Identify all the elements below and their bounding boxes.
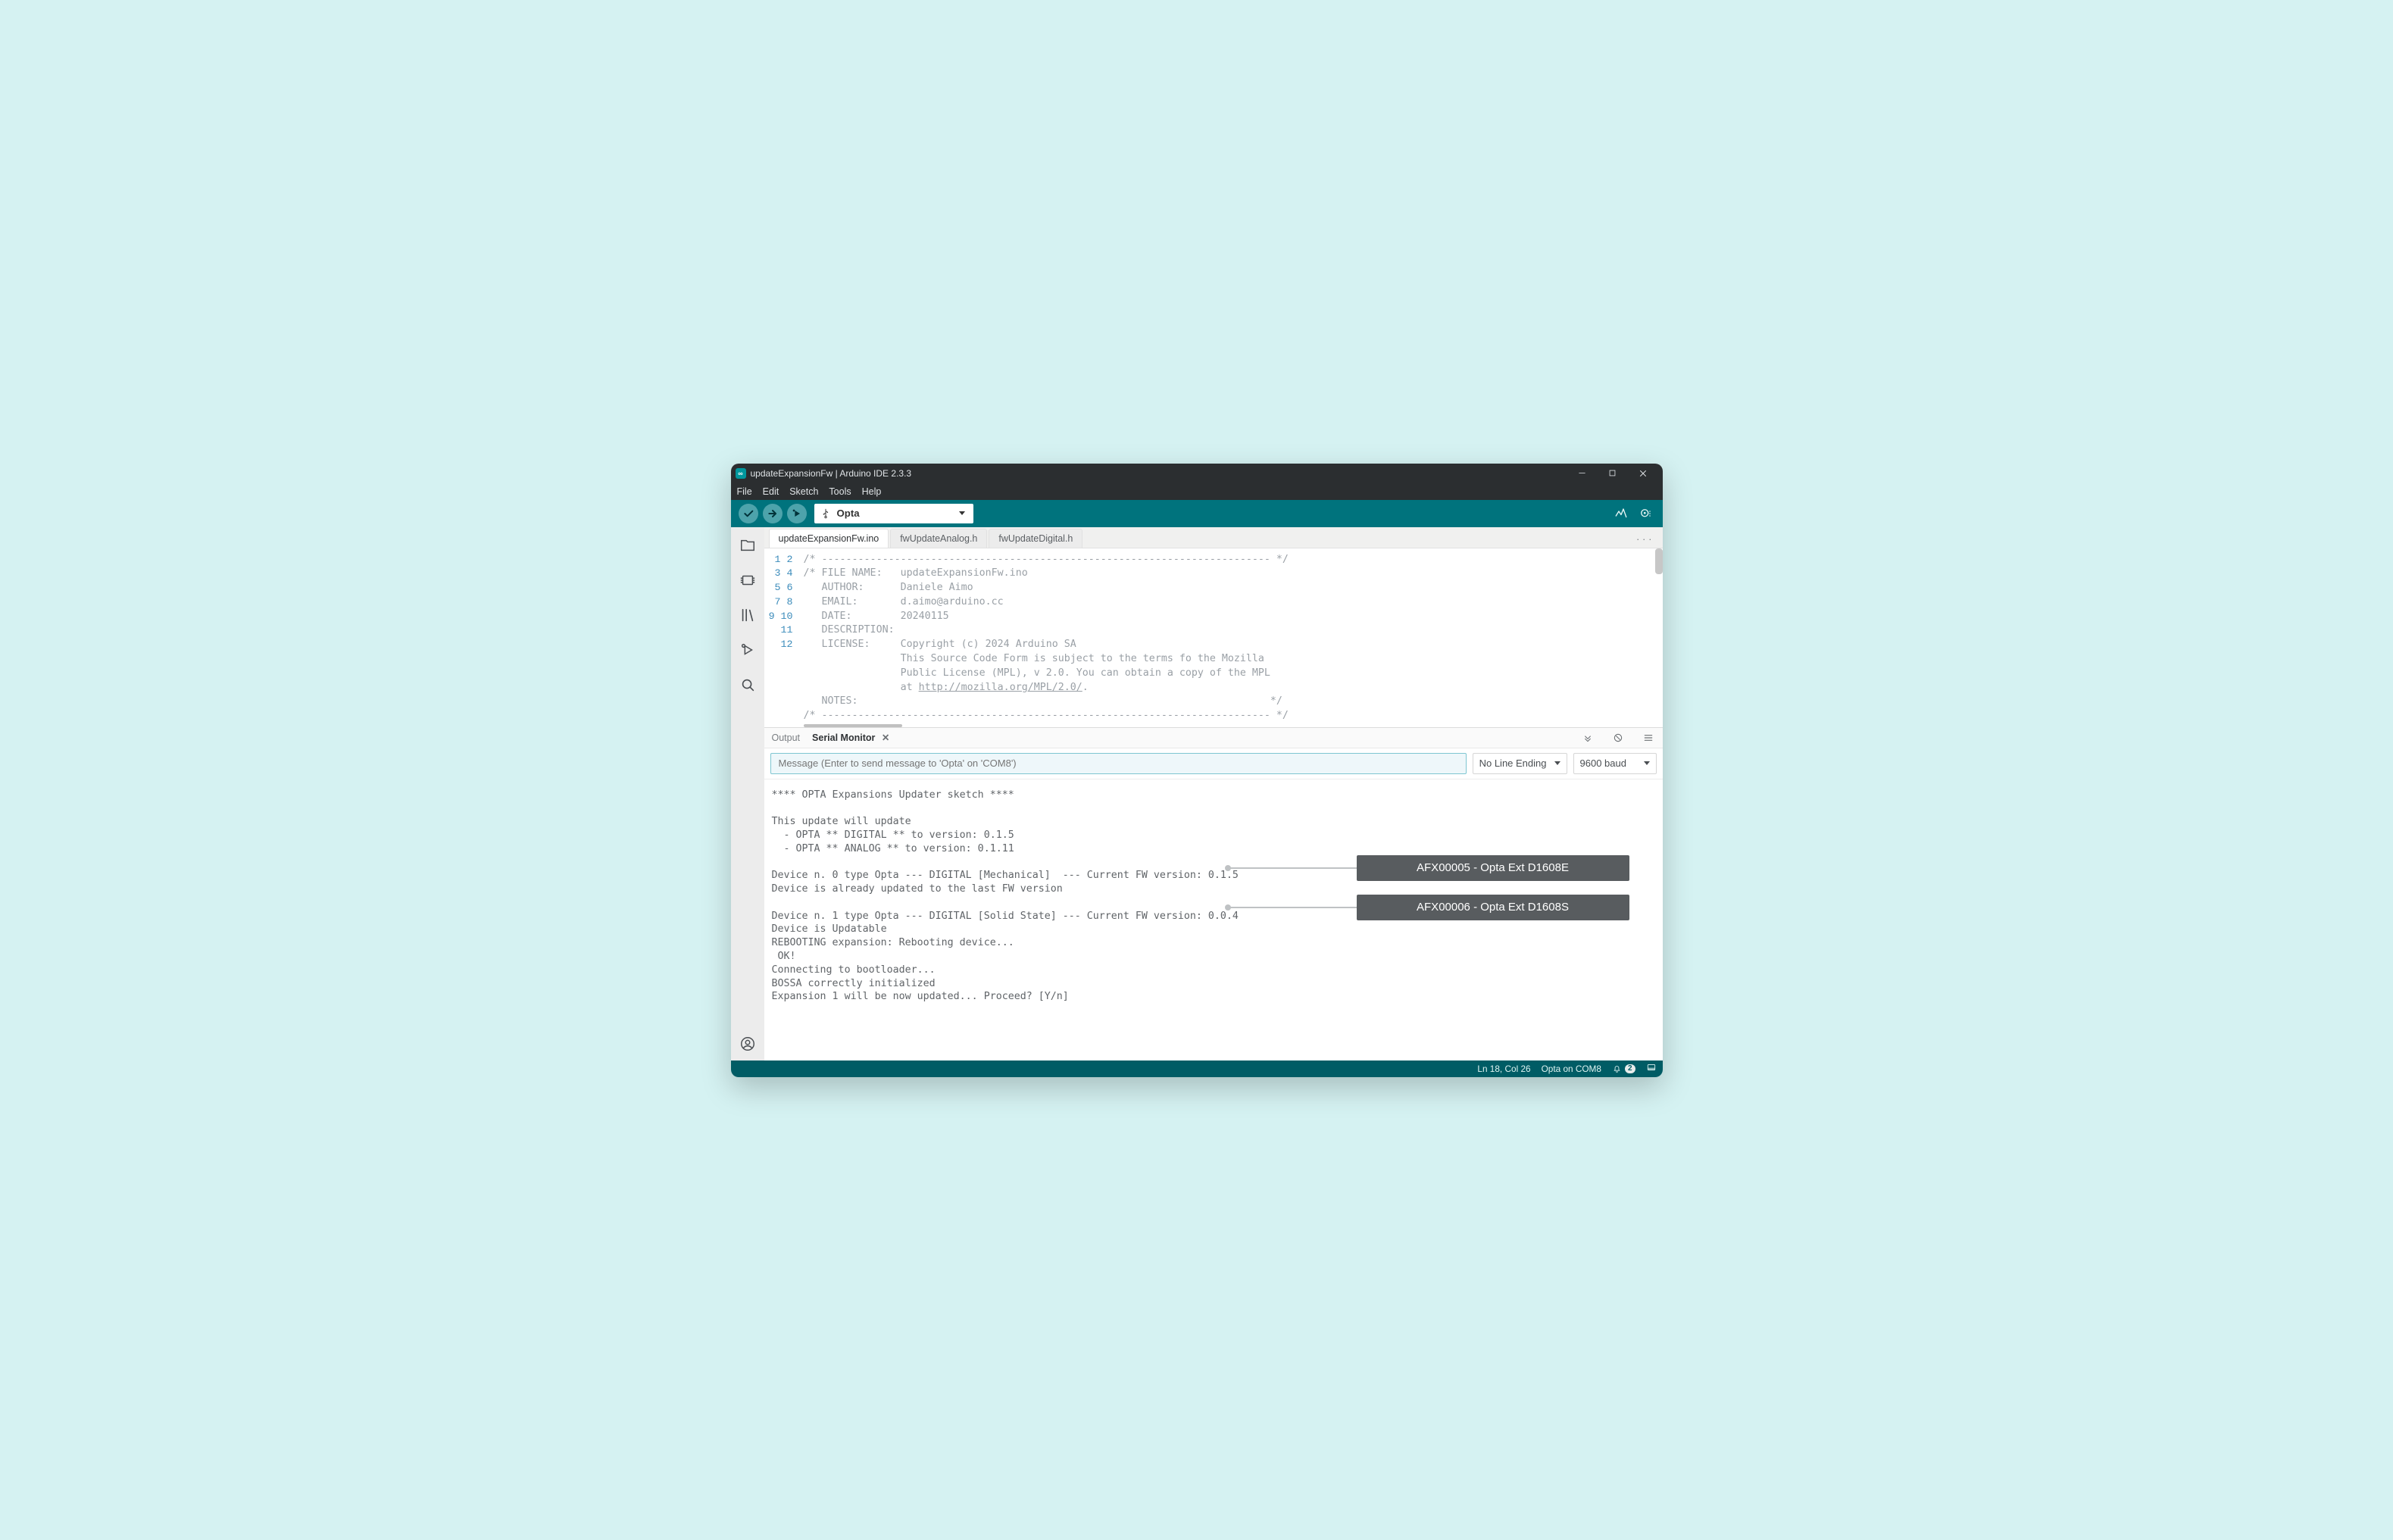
- library-manager-icon[interactable]: [739, 606, 757, 624]
- line-ending-label: No Line Ending: [1479, 758, 1547, 769]
- status-board[interactable]: Opta on COM8: [1542, 1064, 1601, 1074]
- usb-icon: [820, 508, 831, 519]
- chevron-down-icon: [1644, 761, 1650, 765]
- line-ending-select[interactable]: No Line Ending: [1473, 753, 1567, 774]
- sketchbook-icon[interactable]: [739, 536, 757, 554]
- editor-more-icon[interactable]: · · ·: [1630, 530, 1658, 548]
- vertical-scrollbar[interactable]: [1655, 548, 1663, 574]
- serial-message-input[interactable]: [770, 753, 1467, 774]
- serial-controls: No Line Ending 9600 baud: [764, 748, 1663, 779]
- menubar: File Edit Sketch Tools Help: [731, 483, 1663, 500]
- minimize-button[interactable]: [1567, 464, 1598, 483]
- board-selector[interactable]: Opta: [814, 504, 973, 523]
- boards-manager-icon[interactable]: [739, 571, 757, 589]
- horizontal-scrollbar[interactable]: [804, 724, 902, 727]
- account-icon[interactable]: [739, 1035, 757, 1053]
- maximize-button[interactable]: [1598, 464, 1628, 483]
- status-close-panel-icon[interactable]: [1646, 1062, 1657, 1075]
- tab-output[interactable]: Output: [772, 733, 801, 743]
- clear-output-icon[interactable]: [1611, 731, 1625, 745]
- search-icon[interactable]: [739, 676, 757, 694]
- collapse-panel-icon[interactable]: [1581, 731, 1595, 745]
- status-cursor[interactable]: Ln 18, Col 26: [1477, 1064, 1530, 1074]
- status-notifications[interactable]: 2: [1612, 1064, 1635, 1073]
- tab-serial-monitor[interactable]: Serial Monitor ✕: [812, 732, 889, 743]
- window-title: updateExpansionFw | Arduino IDE 2.3.3: [751, 468, 912, 479]
- close-button[interactable]: [1628, 464, 1658, 483]
- editor-tab[interactable]: fwUpdateAnalog.h: [890, 529, 987, 548]
- annotation-label: AFX00006 - Opta Ext D1608S: [1417, 901, 1569, 914]
- annotation-badge: AFX00006 - Opta Ext D1608S: [1357, 895, 1629, 920]
- menu-sketch[interactable]: Sketch: [789, 486, 818, 497]
- serial-monitor-icon[interactable]: [1635, 504, 1655, 523]
- menu-tools[interactable]: Tools: [829, 486, 851, 497]
- activity-bar: [731, 527, 764, 1061]
- board-selector-label: Opta: [837, 508, 948, 519]
- editor-tabstrip: updateExpansionFw.ino fwUpdateAnalog.h f…: [764, 527, 1663, 548]
- status-bar: Ln 18, Col 26 Opta on COM8 2: [731, 1061, 1663, 1077]
- notification-count: 2: [1625, 1064, 1635, 1073]
- close-serial-tab-icon[interactable]: ✕: [882, 733, 889, 743]
- menu-help[interactable]: Help: [862, 486, 882, 497]
- upload-button[interactable]: [763, 504, 783, 523]
- menu-edit[interactable]: Edit: [763, 486, 779, 497]
- chevron-down-icon: [954, 504, 970, 523]
- code-editor[interactable]: 1 2 3 4 5 6 7 8 9 10 11 12 /* ----------…: [764, 548, 1663, 727]
- verify-button[interactable]: [739, 504, 758, 523]
- menu-file[interactable]: File: [737, 486, 752, 497]
- baud-rate-select[interactable]: 9600 baud: [1573, 753, 1657, 774]
- code-link[interactable]: http://mozilla.org/MPL/2.0/: [919, 682, 1082, 693]
- serial-output: **** OPTA Expansions Updater sketch ****…: [764, 779, 1663, 1061]
- code-content: /* -------------------------------------…: [764, 548, 1663, 727]
- debug-panel-icon[interactable]: [739, 641, 757, 659]
- editor-tab[interactable]: updateExpansionFw.ino: [769, 529, 889, 548]
- debug-button[interactable]: [787, 504, 807, 523]
- app-logo-icon: ∞: [736, 468, 746, 479]
- serial-plotter-icon[interactable]: [1611, 504, 1631, 523]
- app-window: ∞ updateExpansionFw | Arduino IDE 2.3.3 …: [731, 464, 1663, 1077]
- toolbar: Opta: [731, 500, 1663, 527]
- chevron-down-icon: [1554, 761, 1560, 765]
- bottom-panel-tabs: Output Serial Monitor ✕: [764, 727, 1663, 748]
- panel-menu-icon[interactable]: [1642, 731, 1655, 745]
- baud-label: 9600 baud: [1580, 758, 1626, 769]
- titlebar: ∞ updateExpansionFw | Arduino IDE 2.3.3: [731, 464, 1663, 483]
- line-number-gutter: 1 2 3 4 5 6 7 8 9 10 11 12: [764, 553, 798, 653]
- content-area: updateExpansionFw.ino fwUpdateAnalog.h f…: [764, 527, 1663, 1061]
- annotation-pointer-icon: [1225, 904, 1231, 911]
- editor-tab[interactable]: fwUpdateDigital.h: [989, 529, 1082, 548]
- annotation-badge: AFX00005 - Opta Ext D1608E: [1357, 855, 1629, 881]
- main-body: updateExpansionFw.ino fwUpdateAnalog.h f…: [731, 527, 1663, 1061]
- tab-serial-label: Serial Monitor: [812, 733, 875, 743]
- annotation-label: AFX00005 - Opta Ext D1608E: [1417, 861, 1569, 875]
- annotation-pointer-icon: [1225, 865, 1231, 871]
